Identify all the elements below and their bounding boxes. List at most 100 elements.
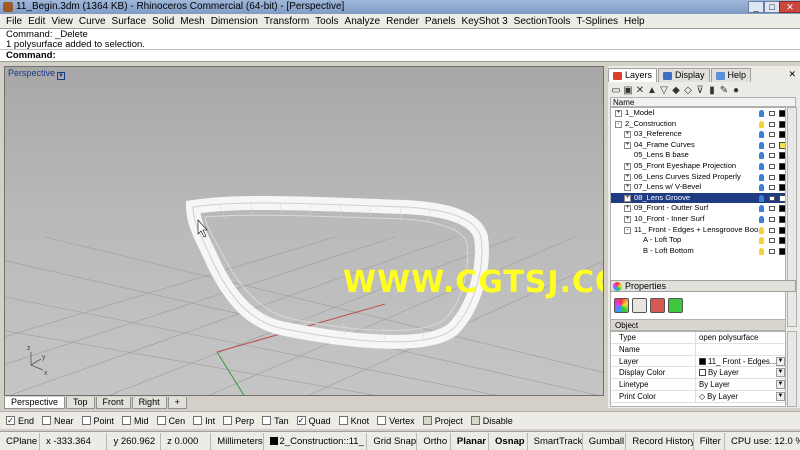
- osnap-vertex[interactable]: Vertex: [377, 416, 415, 426]
- osnap-checkbox[interactable]: [262, 416, 272, 425]
- layer-visibility-bulb-icon[interactable]: [759, 184, 764, 192]
- dropdown-arrow-icon[interactable]: ▼: [776, 356, 785, 366]
- layer-row[interactable]: +09_Front - Outter Surf: [611, 203, 785, 214]
- layer-color-swatch[interactable]: [779, 184, 785, 192]
- property-value[interactable]: By Layer ▼: [696, 379, 785, 390]
- expand-icon[interactable]: +: [624, 162, 631, 170]
- menu-item-sectiontools[interactable]: SectionTools: [511, 16, 574, 27]
- layer-row[interactable]: +10_Front - Inner Surf: [611, 214, 785, 225]
- ortho-toggle[interactable]: Ortho: [417, 432, 451, 450]
- expand-icon[interactable]: +: [624, 194, 631, 202]
- osnap-point[interactable]: Point: [81, 416, 114, 426]
- collapse-icon[interactable]: -: [615, 120, 622, 128]
- viewport-menu-arrow-icon[interactable]: ▼: [57, 72, 66, 80]
- layer-row[interactable]: 05_Lens B base: [611, 150, 785, 161]
- layer-lock-icon[interactable]: [769, 248, 775, 254]
- expand-icon[interactable]: +: [624, 215, 631, 223]
- layer-color-swatch[interactable]: [779, 226, 785, 234]
- layer-row[interactable]: +05_Front Eyeshape Projection: [611, 161, 785, 172]
- collapse-icon[interactable]: -: [624, 226, 631, 234]
- dropdown-arrow-icon[interactable]: ▼: [776, 380, 785, 390]
- tools-icon[interactable]: ▮: [706, 85, 718, 96]
- decal-icon[interactable]: [650, 297, 665, 313]
- osnap-cen[interactable]: Cen: [156, 416, 185, 426]
- record-history-toggle[interactable]: Record History: [626, 432, 694, 450]
- menu-item-help[interactable]: Help: [621, 16, 648, 27]
- layer-visibility-bulb-icon[interactable]: [759, 247, 764, 255]
- layer-lock-icon[interactable]: [769, 195, 775, 201]
- osnap-quad[interactable]: ✓ Quad: [296, 416, 331, 426]
- expand-icon[interactable]: +: [624, 131, 631, 139]
- perspective-viewport[interactable]: z y x Perspective▼ WWW.CGTSJ.COM: [4, 66, 604, 396]
- layer-color-swatch[interactable]: [779, 237, 785, 245]
- osnap-project[interactable]: Project: [422, 416, 463, 426]
- expand-icon[interactable]: +: [624, 141, 631, 149]
- osnap-checkbox[interactable]: [377, 416, 387, 425]
- layer-row[interactable]: +07_Lens w/ V-Bevel: [611, 182, 785, 193]
- layer-row[interactable]: -11_ Front - Edges + Lensgroove Boo...: [611, 225, 785, 236]
- layer-lock-icon[interactable]: [769, 227, 775, 233]
- menu-item-view[interactable]: View: [48, 16, 76, 27]
- layer-lock-icon[interactable]: [769, 142, 775, 148]
- tab-display[interactable]: Display: [658, 68, 710, 82]
- layer-lock-icon[interactable]: [769, 163, 775, 169]
- layer-color-swatch[interactable]: [779, 162, 785, 170]
- layer-visibility-bulb-icon[interactable]: [759, 110, 764, 117]
- layer-color-swatch[interactable]: [779, 141, 785, 149]
- layer-row[interactable]: A - Loft Top: [611, 235, 785, 246]
- expand-icon[interactable]: +: [624, 173, 631, 181]
- menu-item-keyshot-3[interactable]: KeyShot 3: [459, 16, 511, 27]
- layer-row[interactable]: +06_Lens Curves Sized Properly: [611, 172, 785, 183]
- osnap-knot[interactable]: Knot: [338, 416, 369, 426]
- osnap-checkbox[interactable]: [470, 416, 480, 425]
- smarttrack-toggle[interactable]: SmartTrack: [528, 432, 583, 450]
- menu-item-surface[interactable]: Surface: [109, 16, 149, 27]
- material-icon[interactable]: [632, 297, 647, 313]
- add-viewport-tab-icon[interactable]: +: [167, 397, 187, 409]
- menu-item-tools[interactable]: Tools: [312, 16, 341, 27]
- expand-icon[interactable]: +: [624, 205, 631, 213]
- tab-perspective[interactable]: Perspective: [4, 397, 66, 409]
- menu-item-t-splines[interactable]: T-Splines: [573, 16, 621, 27]
- layer-visibility-bulb-icon[interactable]: [759, 205, 764, 213]
- osnap-tan[interactable]: Tan: [262, 416, 289, 426]
- layer-visibility-bulb-icon[interactable]: [759, 120, 764, 128]
- layer-visibility-bulb-icon[interactable]: [759, 215, 764, 223]
- osnap-near[interactable]: Near: [42, 416, 74, 426]
- menu-item-panels[interactable]: Panels: [422, 16, 459, 27]
- layer-row[interactable]: B - Loft Bottom: [611, 246, 785, 257]
- layer-lock-icon[interactable]: [769, 174, 775, 180]
- layer-color-swatch[interactable]: [779, 247, 785, 255]
- menu-item-curve[interactable]: Curve: [76, 16, 109, 27]
- menu-item-analyze[interactable]: Analyze: [342, 16, 384, 27]
- delete-layer-icon[interactable]: ✕: [634, 85, 646, 96]
- osnap-perp[interactable]: Perp: [223, 416, 254, 426]
- filter-toggle[interactable]: Filter: [694, 432, 725, 450]
- layer-visibility-bulb-icon[interactable]: [759, 152, 764, 160]
- layer-lock-icon[interactable]: [769, 216, 775, 222]
- wrench-icon[interactable]: ✎: [718, 85, 730, 96]
- new-sublayer-icon[interactable]: ▣: [622, 85, 634, 96]
- layer-color-swatch[interactable]: [779, 131, 785, 139]
- osnap-checkbox[interactable]: [422, 416, 432, 425]
- layer-color-swatch[interactable]: [779, 110, 785, 117]
- osnap-end[interactable]: ✓ End: [6, 416, 34, 426]
- maximize-button[interactable]: □: [764, 1, 780, 13]
- layer-visibility-bulb-icon[interactable]: [759, 237, 764, 245]
- layer-lock-icon[interactable]: [769, 185, 775, 191]
- layer-row[interactable]: +08_Lens Groove: [611, 192, 785, 204]
- layer-visibility-bulb-icon[interactable]: [759, 141, 764, 149]
- menu-item-transform[interactable]: Transform: [261, 16, 312, 27]
- planar-toggle[interactable]: Planar: [451, 432, 490, 450]
- panel-close-icon[interactable]: ✕: [788, 69, 796, 80]
- osnap-checkbox[interactable]: [193, 416, 203, 425]
- osnap-checkbox[interactable]: [338, 416, 348, 425]
- layer-lock-icon[interactable]: [769, 238, 775, 244]
- layer-color-swatch[interactable]: [779, 152, 785, 160]
- layer-color-swatch[interactable]: [779, 205, 785, 213]
- layer-lock-icon[interactable]: [769, 153, 775, 159]
- dropdown-arrow-icon[interactable]: ▼: [776, 368, 785, 378]
- osnap-mid[interactable]: Mid: [122, 416, 149, 426]
- tab-front[interactable]: Front: [95, 397, 131, 409]
- object-properties-icon[interactable]: [614, 297, 629, 313]
